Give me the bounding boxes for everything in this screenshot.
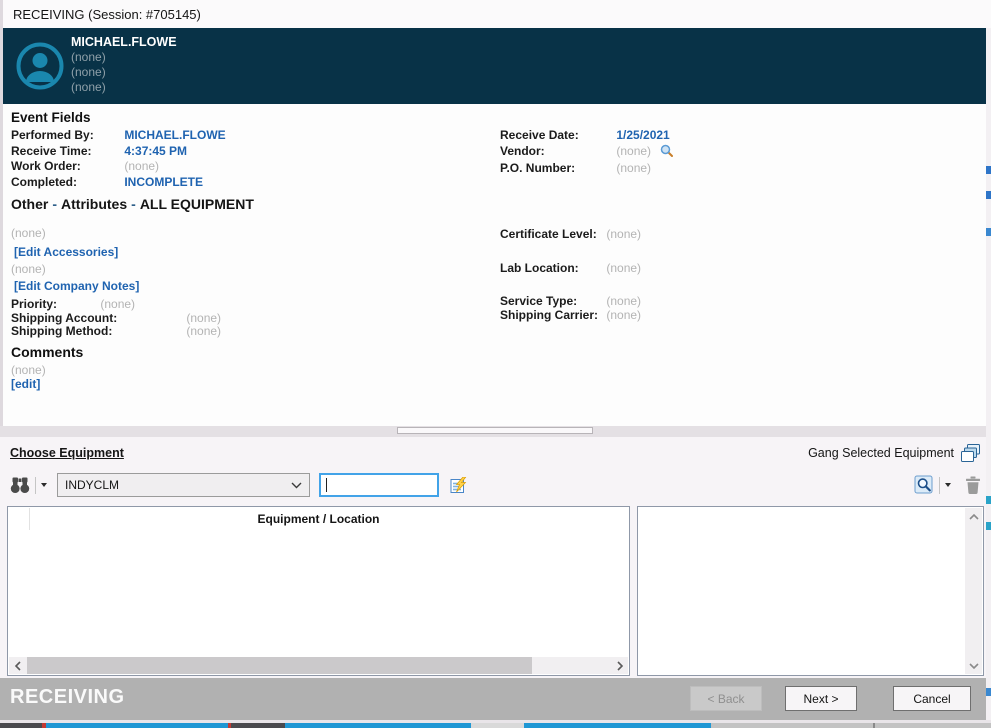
next-button[interactable]: Next > [785,686,857,711]
cancel-button[interactable]: Cancel [893,686,971,711]
back-button: < Back [690,686,762,711]
field-po-number: P.O. Number: (none) [500,161,991,177]
window-titlebar: RECEIVING (Session: #705145) [0,0,991,28]
quick-entry-edit-icon[interactable] [450,477,467,494]
equipment-list-header: Equipment / Location [8,507,629,526]
edit-company-notes-link[interactable]: [Edit Company Notes] [14,279,139,293]
edit-comments-link[interactable]: [edit] [11,377,991,392]
edge-fragment [986,166,991,174]
event-details-pane: Event Fields Performed By: MICHAEL.FLOWE… [0,104,991,426]
comments-heading: Comments [11,344,991,360]
choose-equipment-pane: Choose Equipment Gang Selected Equipment [0,437,991,678]
taskbar-fragment [231,723,285,728]
equipment-filter-combobox[interactable]: INDYCLM [57,473,310,497]
field-shipping-method: Shipping Method: (none) [11,324,221,338]
edge-fragment [986,496,991,504]
comments-value: (none) [11,363,991,377]
scroll-right-arrow-icon[interactable] [611,657,628,674]
user-detail-line: (none) [71,50,177,65]
event-fields-heading: Event Fields [11,110,991,125]
edit-accessories-link[interactable]: [Edit Accessories] [14,245,118,259]
taskbar-fragment [524,723,711,728]
field-service-type: Service Type: (none) [500,294,641,308]
gang-selected-equipment-label: Gang Selected Equipment [808,446,954,460]
scrollbar-thumb[interactable] [27,657,532,674]
field-lab-location: Lab Location: (none) [500,261,641,275]
window-right-edge [986,28,991,720]
session-user-header: MICHAEL.FLOWE (none) (none) (none) [0,28,986,104]
field-work-order: Work Order: (none) [11,159,500,175]
taskbar-fragment [285,723,471,728]
scroll-left-arrow-icon[interactable] [9,657,26,674]
attributes-heading: Other-Attributes-ALL EQUIPMENT [11,196,991,212]
wizard-title: RECEIVING [10,686,125,709]
wizard-footer: RECEIVING < Back Next > Cancel [0,678,991,720]
horizontal-scrollbar[interactable] [9,657,628,674]
find-options-dropdown-caret[interactable] [41,483,47,487]
delete-trash-icon[interactable] [965,476,981,494]
field-priority: Priority: (none) [11,297,135,311]
user-name: MICHAEL.FLOWE [71,35,177,50]
field-shipping-carrier: Shipping Carrier: (none) [500,308,641,322]
scroll-up-arrow-icon[interactable] [965,508,982,525]
field-completed: Completed: INCOMPLETE [11,175,500,191]
field-performed-by: Performed By: MICHAEL.FLOWE [11,128,500,144]
column-divider [29,508,30,530]
field-receive-date: Receive Date: 1/25/2021 [500,128,991,144]
field-certificate-level: Certificate Level: (none) [500,227,641,241]
find-binoculars-button[interactable] [10,476,30,494]
choose-equipment-link[interactable]: Choose Equipment [10,446,124,460]
equipment-list-panel[interactable]: Equipment / Location [7,506,630,676]
edge-fragment [986,228,991,236]
scroll-down-arrow-icon[interactable] [965,657,982,674]
toolbar-separator [939,477,940,494]
equipment-search-input[interactable] [319,473,439,497]
taskbar-fragment [471,723,524,728]
taskbar-fragment [873,723,875,728]
taskbar-fragment [711,723,991,728]
toolbar-separator [35,477,36,494]
accessories-value: (none) [11,226,46,240]
combobox-selected-value: INDYCLM [65,478,291,492]
field-shipping-account: Shipping Account: (none) [11,311,221,325]
find-equipment-search-icon[interactable] [914,475,934,495]
combobox-chevron-icon [291,478,302,492]
user-avatar-icon [16,42,64,90]
search-options-dropdown-caret[interactable] [945,483,951,487]
user-detail-line: (none) [71,65,177,80]
background-window-strip [0,720,991,728]
window-title: RECEIVING (Session: #705145) [13,7,201,22]
selected-equipment-panel[interactable] [637,506,984,676]
text-caret [326,478,327,492]
edge-fragment [986,688,991,696]
company-notes-value: (none) [11,262,46,276]
user-detail-line: (none) [71,80,177,95]
taskbar-fragment [46,723,228,728]
splitter-grab-handle[interactable] [397,427,593,434]
vertical-scrollbar[interactable] [965,508,982,674]
gang-equipment-icon[interactable] [961,443,981,463]
field-receive-time: Receive Time: 4:37:45 PM [11,144,500,160]
field-vendor: Vendor: (none) [500,144,991,162]
taskbar-fragment [0,723,42,728]
edge-fragment [986,522,991,530]
edge-fragment [986,191,991,199]
vendor-lookup-search-icon[interactable] [660,144,673,162]
horizontal-splitter [0,426,991,437]
